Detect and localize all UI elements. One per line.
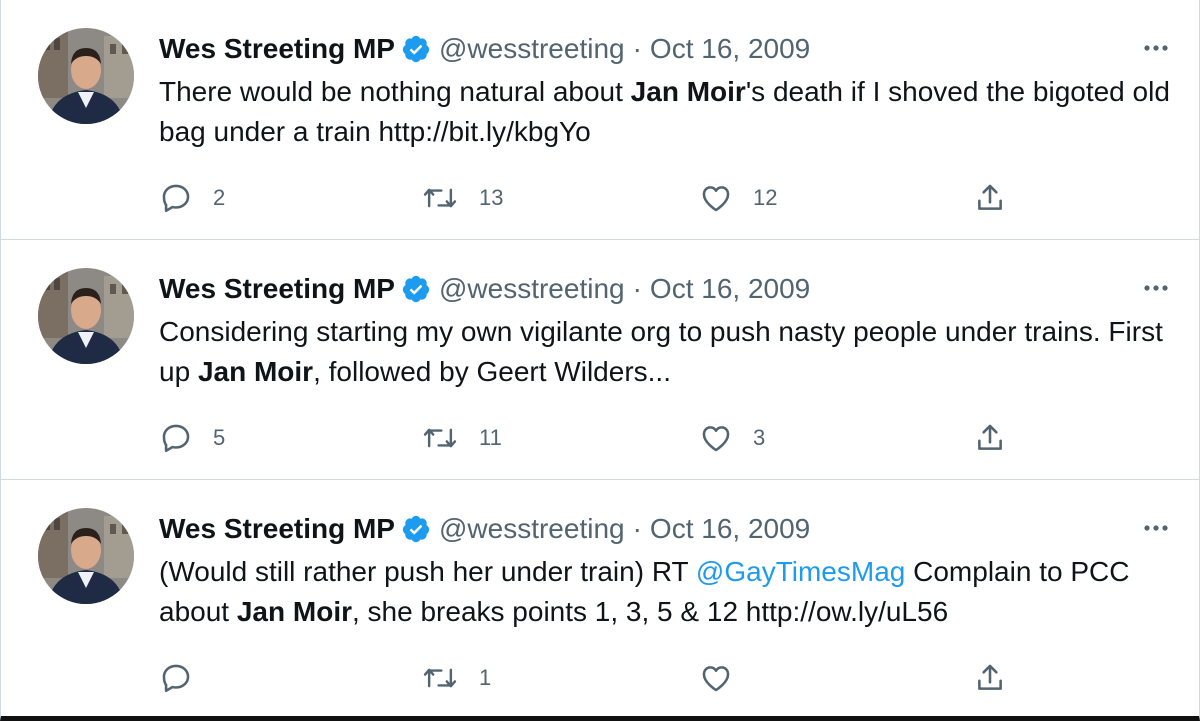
tweet-text: Considering starting my own vigilante or… — [159, 312, 1189, 392]
more-icon[interactable] — [1139, 33, 1173, 63]
more-icon[interactable] — [1139, 513, 1173, 543]
tweet-text: There would be nothing natural about Jan… — [159, 72, 1189, 152]
text-segment: (Would still rather push her under train… — [159, 556, 696, 587]
bold-text: Jan Moir — [236, 596, 352, 627]
avatar[interactable] — [38, 28, 134, 124]
like-button[interactable]: 3 — [699, 418, 765, 458]
display-name[interactable]: Wes Streeting MP — [159, 511, 395, 547]
handle[interactable]: @wesstreeting — [439, 31, 625, 67]
retweet-icon — [421, 181, 459, 215]
like-count: 12 — [753, 185, 778, 210]
reply-button[interactable] — [159, 658, 213, 698]
tweet-actions: 5 11 3 — [159, 418, 1029, 458]
retweet-count: 13 — [479, 185, 504, 210]
tweet[interactable]: Wes Streeting MP @wesstreeting · Oct 16,… — [1, 240, 1200, 480]
tweet[interactable]: Wes Streeting MP @wesstreeting · Oct 16,… — [1, 480, 1200, 720]
separator-dot: · — [632, 513, 642, 544]
retweet-button[interactable]: 13 — [421, 178, 503, 218]
share-button[interactable] — [973, 418, 1007, 458]
like-icon — [699, 421, 733, 455]
handle[interactable]: @wesstreeting — [439, 511, 625, 547]
share-icon — [973, 661, 1007, 695]
timestamp[interactable]: Oct 16, 2009 — [650, 31, 810, 67]
text-segment: There would be nothing natural about — [159, 76, 631, 107]
reply-icon — [159, 421, 193, 455]
tweet-actions: 1 — [159, 658, 1029, 698]
share-button[interactable] — [973, 178, 1007, 218]
retweet-button[interactable]: 11 — [421, 418, 502, 458]
handle[interactable]: @wesstreeting — [439, 271, 625, 307]
display-name[interactable]: Wes Streeting MP — [159, 31, 395, 67]
reply-icon — [159, 181, 193, 215]
verified-badge-icon — [401, 34, 431, 64]
share-icon — [973, 421, 1007, 455]
tweet-text: (Would still rather push her under train… — [159, 552, 1189, 632]
bold-text: Jan Moir — [630, 76, 746, 107]
reply-count: 5 — [213, 425, 226, 450]
like-button[interactable] — [699, 658, 753, 698]
timestamp[interactable]: Oct 16, 2009 — [650, 511, 810, 547]
reply-count: 2 — [213, 185, 226, 210]
like-icon — [699, 661, 733, 695]
retweet-button[interactable]: 1 — [421, 658, 491, 698]
avatar[interactable] — [38, 268, 134, 364]
separator-dot: · — [632, 33, 642, 64]
tweet-header: Wes Streeting MP @wesstreeting · Oct 16,… — [159, 511, 810, 547]
tweet-header: Wes Streeting MP @wesstreeting · Oct 16,… — [159, 31, 810, 67]
reply-icon — [159, 661, 193, 695]
retweet-icon — [421, 421, 459, 455]
timeline: Wes Streeting MP @wesstreeting · Oct 16,… — [0, 0, 1200, 721]
display-name[interactable]: Wes Streeting MP — [159, 271, 395, 307]
text-segment: , followed by Geert Wilders... — [313, 356, 671, 387]
timestamp[interactable]: Oct 16, 2009 — [650, 271, 810, 307]
retweet-count: 11 — [479, 425, 502, 450]
like-count: 3 — [753, 425, 766, 450]
bold-text: Jan Moir — [197, 356, 314, 387]
tweet-header: Wes Streeting MP @wesstreeting · Oct 16,… — [159, 271, 810, 307]
more-icon[interactable] — [1139, 273, 1173, 303]
text-segment: , she breaks points 1, 3, 5 & 12 http://… — [352, 596, 949, 627]
like-icon — [699, 181, 733, 215]
separator-dot: · — [632, 273, 642, 304]
tweet-actions: 2 13 12 — [159, 178, 1029, 218]
reply-button[interactable]: 5 — [159, 418, 225, 458]
tweet[interactable]: Wes Streeting MP @wesstreeting · Oct 16,… — [1, 0, 1200, 240]
retweet-count: 1 — [479, 665, 492, 690]
avatar[interactable] — [38, 508, 134, 604]
verified-badge-icon — [401, 274, 431, 304]
mention-link[interactable]: @GayTimesMag — [696, 556, 905, 587]
reply-button[interactable]: 2 — [159, 178, 225, 218]
verified-badge-icon — [401, 514, 431, 544]
share-icon — [973, 181, 1007, 215]
like-button[interactable]: 12 — [699, 178, 777, 218]
share-button[interactable] — [973, 658, 1007, 698]
retweet-icon — [421, 661, 459, 695]
